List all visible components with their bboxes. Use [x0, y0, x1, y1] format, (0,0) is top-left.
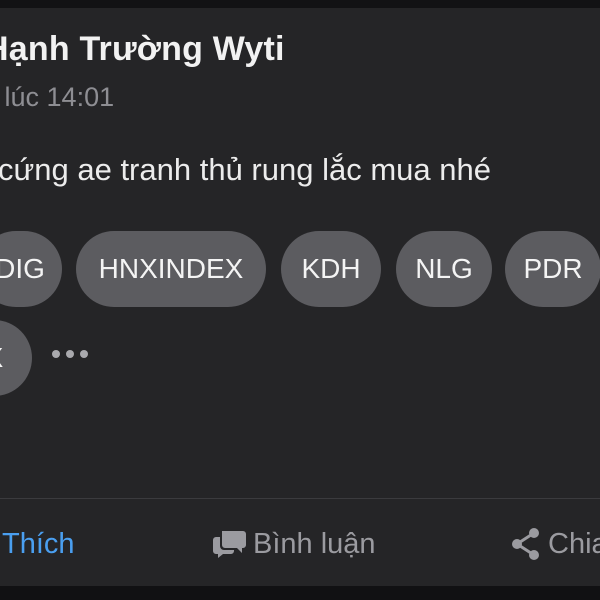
- bottom-edge: [0, 586, 600, 600]
- share-label: Chia: [548, 527, 600, 560]
- action-divider: [0, 498, 600, 499]
- comment-button[interactable]: Bình luận: [213, 524, 376, 564]
- ticker-tag-dig[interactable]: DIG: [0, 231, 62, 307]
- like-label: Thích: [2, 527, 75, 560]
- comment-label: Bình luận: [253, 527, 376, 560]
- ticker-tag-pdr[interactable]: PDR: [505, 231, 600, 307]
- author-name[interactable]: Hạnh Trường Wyti: [0, 30, 285, 69]
- ticker-tag-x[interactable]: X: [0, 320, 32, 396]
- like-button[interactable]: Thích: [2, 524, 75, 564]
- post-timestamp[interactable]: 3 lúc 14:01: [0, 82, 114, 113]
- share-icon: [512, 528, 539, 560]
- top-edge: [0, 0, 600, 8]
- ellipsis-icon[interactable]: [50, 347, 90, 361]
- share-button[interactable]: Chia: [510, 524, 600, 564]
- ticker-tag-hnxindex[interactable]: HNXINDEX: [76, 231, 266, 307]
- post-text: cứng ae tranh thủ rung lắc mua nhé: [0, 152, 491, 187]
- comment-bubbles-icon: [213, 531, 246, 558]
- ticker-tag-nlg[interactable]: NLG: [396, 231, 492, 307]
- post-card: Hạnh Trường Wyti 3 lúc 14:01 cứng ae tra…: [0, 8, 600, 586]
- ticker-tag-kdh[interactable]: KDH: [281, 231, 381, 307]
